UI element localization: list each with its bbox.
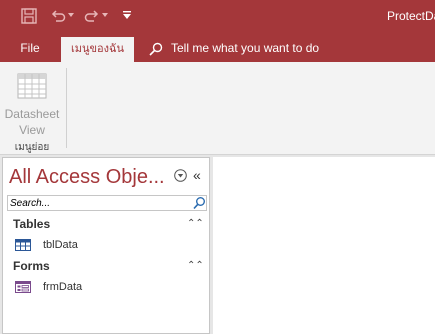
tab-my-menu[interactable]: เมนูของฉัน xyxy=(61,37,134,62)
nav-item-frmdata[interactable]: frmData xyxy=(15,278,205,296)
nav-item-tbldata[interactable]: tblData xyxy=(15,236,205,254)
tell-me-input[interactable]: Tell me what you want to do xyxy=(171,35,319,62)
nav-search-input[interactable] xyxy=(10,196,186,210)
tab-file[interactable]: File xyxy=(10,35,50,62)
window-title: ProtectDa xyxy=(387,9,435,23)
ribbon: Datasheet View เมนูย่อย xyxy=(0,62,435,155)
title-bar: ProtectDa xyxy=(0,0,435,35)
undo-icon[interactable] xyxy=(50,8,66,24)
ribbon-group-divider xyxy=(66,68,67,148)
lightbulb-search-icon[interactable] xyxy=(149,42,163,56)
redo-dropdown-icon[interactable] xyxy=(102,13,108,17)
customize-qat-icon[interactable] xyxy=(123,11,131,19)
nav-group-tables[interactable]: Tables xyxy=(13,215,50,233)
nav-group-forms[interactable]: Forms xyxy=(13,257,50,275)
document-area xyxy=(213,157,435,334)
collapse-tables-icon[interactable]: ⌃⌃ xyxy=(187,218,204,229)
form-icon xyxy=(15,281,31,293)
search-icon[interactable] xyxy=(193,196,206,210)
nav-search-box[interactable] xyxy=(7,195,207,211)
datasheet-icon xyxy=(17,73,47,99)
ribbon-group-label: เมนูย่อย xyxy=(14,142,50,153)
redo-icon[interactable] xyxy=(84,8,100,24)
nav-item-label: frmData xyxy=(43,281,83,293)
datasheet-label-line2: View xyxy=(19,123,45,137)
undo-dropdown-icon[interactable] xyxy=(68,13,74,17)
ribbon-tab-bar: File เมนูของฉัน Tell me what you want to… xyxy=(0,35,435,62)
workspace: All Access Obje... « Tables ⌃⌃ tblData xyxy=(0,155,435,334)
save-icon[interactable] xyxy=(21,8,37,24)
datasheet-view-label: Datasheet View xyxy=(0,106,64,138)
nav-pane-title[interactable]: All Access Obje... xyxy=(9,164,169,190)
collapse-forms-icon[interactable]: ⌃⌃ xyxy=(187,260,204,271)
table-icon xyxy=(15,239,31,251)
datasheet-label-line1: Datasheet xyxy=(4,107,60,121)
nav-item-label: tblData xyxy=(43,239,78,251)
navigation-pane: All Access Obje... « Tables ⌃⌃ tblData xyxy=(2,157,210,334)
shutter-bar-close-icon[interactable]: « xyxy=(193,167,201,183)
nav-menu-dropdown-icon[interactable] xyxy=(174,169,187,182)
